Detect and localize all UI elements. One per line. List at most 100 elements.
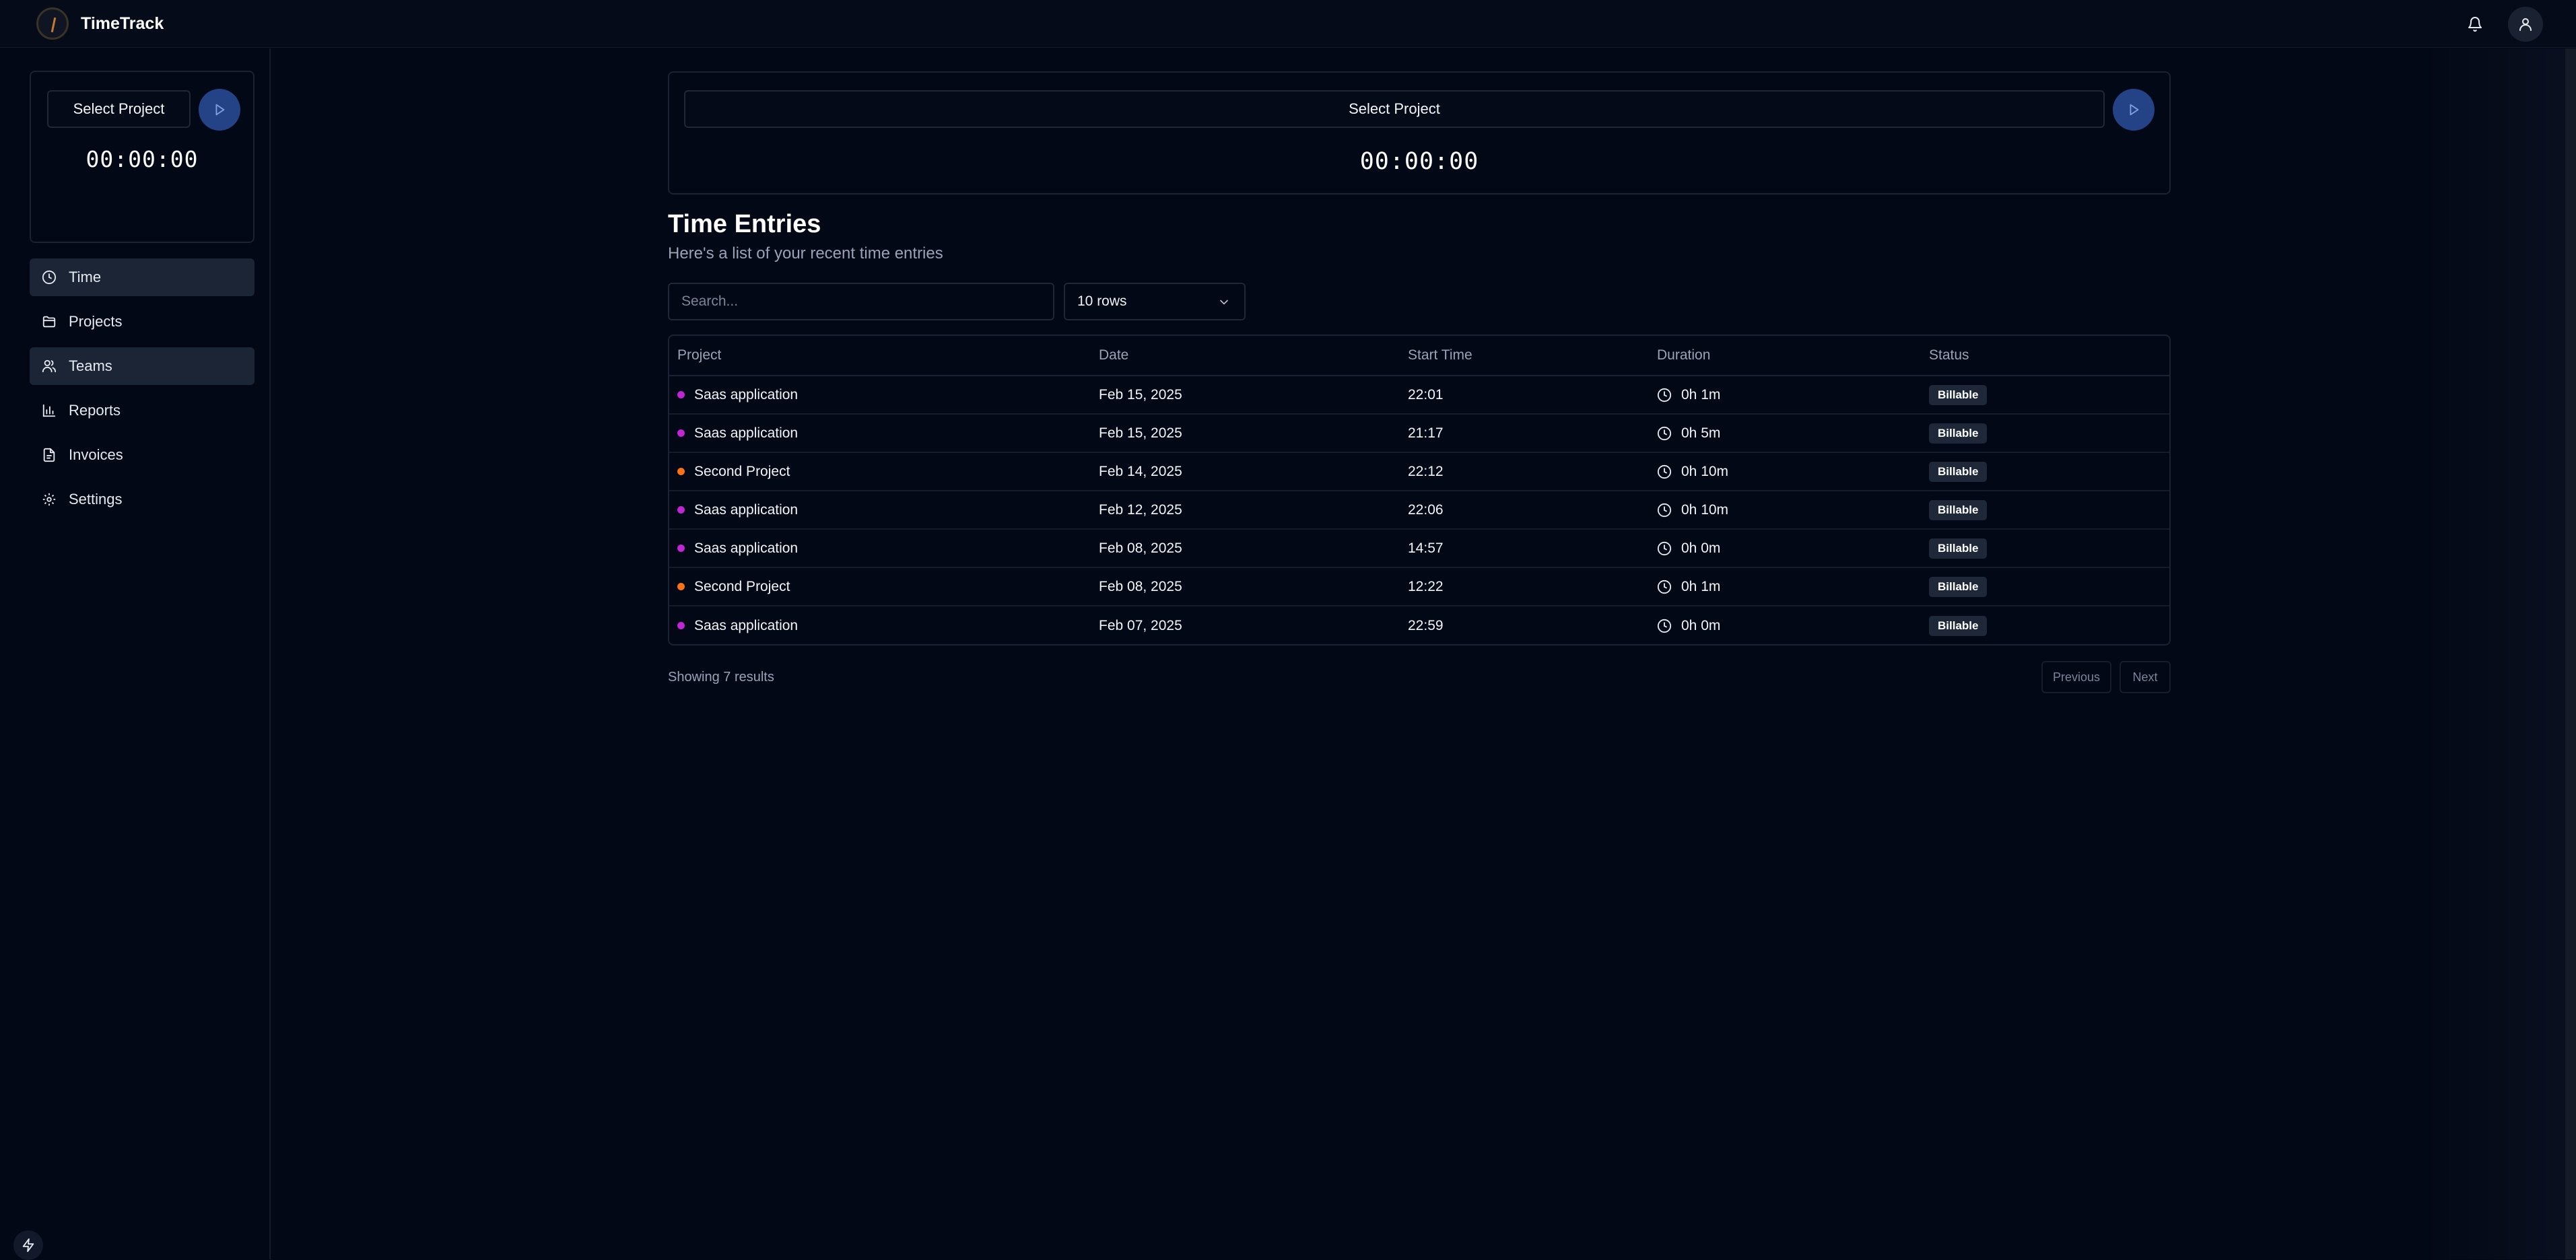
file-icon <box>42 447 58 463</box>
duration-value: 0h 1m <box>1681 578 1721 594</box>
bell-icon[interactable] <box>2458 7 2493 42</box>
sidebar-item-label: Projects <box>69 313 123 330</box>
project-name: Saas application <box>694 617 799 633</box>
project-name: Saas application <box>694 501 799 518</box>
status-badge: Billable <box>1929 615 1988 636</box>
page-title: Time Entries <box>668 210 821 238</box>
status-cell: Billable <box>1929 499 1988 520</box>
lightning-icon[interactable] <box>13 1230 43 1260</box>
status-badge: Billable <box>1929 384 1988 405</box>
column-header-project: Project <box>677 347 722 363</box>
start-time-cell: 21:17 <box>1408 425 1444 441</box>
project-color-dot <box>677 391 685 398</box>
previous-button[interactable]: Previous <box>2041 661 2111 693</box>
user-icon[interactable] <box>2508 7 2543 42</box>
brand[interactable]: TimeTrack <box>36 5 164 42</box>
table-row[interactable]: Second Project Feb 08, 2025 12:22 0h 1m Bill… <box>669 568 2169 606</box>
sidebar-item-settings[interactable]: Settings <box>30 481 255 518</box>
chevron-down-icon <box>1217 295 1231 313</box>
sidebar-item-label: Reports <box>69 402 121 419</box>
start-time-cell: 22:06 <box>1408 501 1444 518</box>
main-select-project[interactable]: Select Project <box>684 90 2105 128</box>
project-cell: Saas application <box>677 618 798 634</box>
duration-value: 0h 0m <box>1681 617 1721 633</box>
status-cell: Billable <box>1929 423 1988 444</box>
duration-value: 0h 0m <box>1681 540 1721 556</box>
sidebar-select-project[interactable]: Select Project <box>47 90 191 128</box>
duration-cell: 0h 10m <box>1657 464 1728 480</box>
table-row[interactable]: Saas application Feb 15, 2025 21:17 0h 5m Bi… <box>669 415 2169 453</box>
sidebar-item-time[interactable]: Time <box>30 258 255 296</box>
project-cell: Saas application <box>677 387 798 403</box>
date-cell: Feb 08, 2025 <box>1099 578 1182 594</box>
duration-cell: 0h 0m <box>1657 618 1720 634</box>
main-timer-display: 00:00:00 <box>1359 148 1479 175</box>
project-color-dot <box>677 506 685 514</box>
play-icon <box>2130 104 2139 116</box>
clock-icon <box>1657 464 1672 479</box>
duration-value: 0h 5m <box>1681 425 1721 441</box>
column-header-date: Date <box>1099 347 1129 363</box>
sidebar-item-invoices[interactable]: Invoices <box>30 436 255 474</box>
clock-icon <box>1657 503 1672 518</box>
status-cell: Billable <box>1929 538 1988 559</box>
clock-icon <box>1657 541 1672 556</box>
main-play-button[interactable] <box>2113 89 2155 131</box>
project-color-dot <box>677 545 685 552</box>
project-name: Saas application <box>694 425 799 441</box>
status-badge: Billable <box>1929 499 1988 520</box>
column-header-status: Status <box>1929 347 1969 363</box>
duration-cell: 0h 5m <box>1657 425 1720 442</box>
project-name: Saas application <box>694 386 799 403</box>
table-row[interactable]: Saas application Feb 12, 2025 22:06 0h 10m B… <box>669 491 2169 530</box>
status-cell: Billable <box>1929 461 1988 482</box>
sidebar-timer: Select Project 00:00:00 <box>30 71 255 243</box>
sidebar-item-label: Settings <box>69 491 123 508</box>
rows-per-page-select[interactable]: 10 rows <box>1064 283 1246 320</box>
right-shade <box>2424 48 2576 1259</box>
sidebar-timer-display: 00:00:00 <box>86 146 199 172</box>
table-header: Project Date Start Time Duration Status <box>669 336 2169 376</box>
duration-cell: 0h 0m <box>1657 540 1720 557</box>
rows-per-page-value: 10 rows <box>1077 293 1127 309</box>
sidebar-item-teams[interactable]: Teams <box>30 347 255 385</box>
results-count: Showing 7 results <box>668 670 774 685</box>
scrollbar[interactable] <box>2565 48 2576 1259</box>
date-cell: Feb 15, 2025 <box>1099 386 1182 403</box>
status-badge: Billable <box>1929 461 1988 482</box>
table-row[interactable]: Saas application Feb 07, 2025 22:59 0h 0m Bi… <box>669 606 2169 644</box>
sidebar-item-label: Teams <box>69 357 112 374</box>
sidebar-item-reports[interactable]: Reports <box>30 392 255 429</box>
table-row[interactable]: Saas application Feb 08, 2025 14:57 0h 0m Bi… <box>669 530 2169 568</box>
project-cell: Second Project <box>677 464 790 480</box>
sidebar-item-label: Time <box>69 269 102 285</box>
column-header-duration: Duration <box>1657 347 1711 363</box>
duration-cell: 0h 1m <box>1657 387 1720 403</box>
next-button[interactable]: Next <box>2120 661 2171 693</box>
clock-icon <box>1657 580 1672 594</box>
sidebar-item-projects[interactable]: Projects <box>30 303 255 341</box>
date-cell: Feb 14, 2025 <box>1099 463 1182 479</box>
status-cell: Billable <box>1929 384 1988 405</box>
app-name: TimeTrack <box>81 13 164 33</box>
clock-icon <box>1657 426 1672 441</box>
users-icon <box>42 358 58 374</box>
start-time-cell: 22:12 <box>1408 463 1444 479</box>
main-timer-card: Select Project 00:00:00 <box>668 71 2171 195</box>
project-cell: Second Project <box>677 579 790 595</box>
project-name: Second Project <box>694 463 790 479</box>
sidebar-nav: Time Projects Teams Reports Invoices Set… <box>30 258 255 525</box>
project-cell: Saas application <box>677 425 798 442</box>
status-cell: Billable <box>1929 615 1988 636</box>
sidebar-play-button[interactable] <box>199 89 240 131</box>
status-cell: Billable <box>1929 576 1988 597</box>
table-row[interactable]: Second Project Feb 14, 2025 22:12 0h 10m Bil… <box>669 453 2169 491</box>
clock-icon <box>42 269 58 285</box>
bar-chart-icon <box>42 403 58 419</box>
project-color-dot <box>677 429 685 437</box>
table-row[interactable]: Saas application Feb 15, 2025 22:01 0h 1m Bi… <box>669 376 2169 415</box>
status-badge: Billable <box>1929 538 1988 559</box>
search-input[interactable] <box>668 283 1054 320</box>
project-cell: Saas application <box>677 540 798 557</box>
column-header-start-time: Start Time <box>1408 347 1472 363</box>
